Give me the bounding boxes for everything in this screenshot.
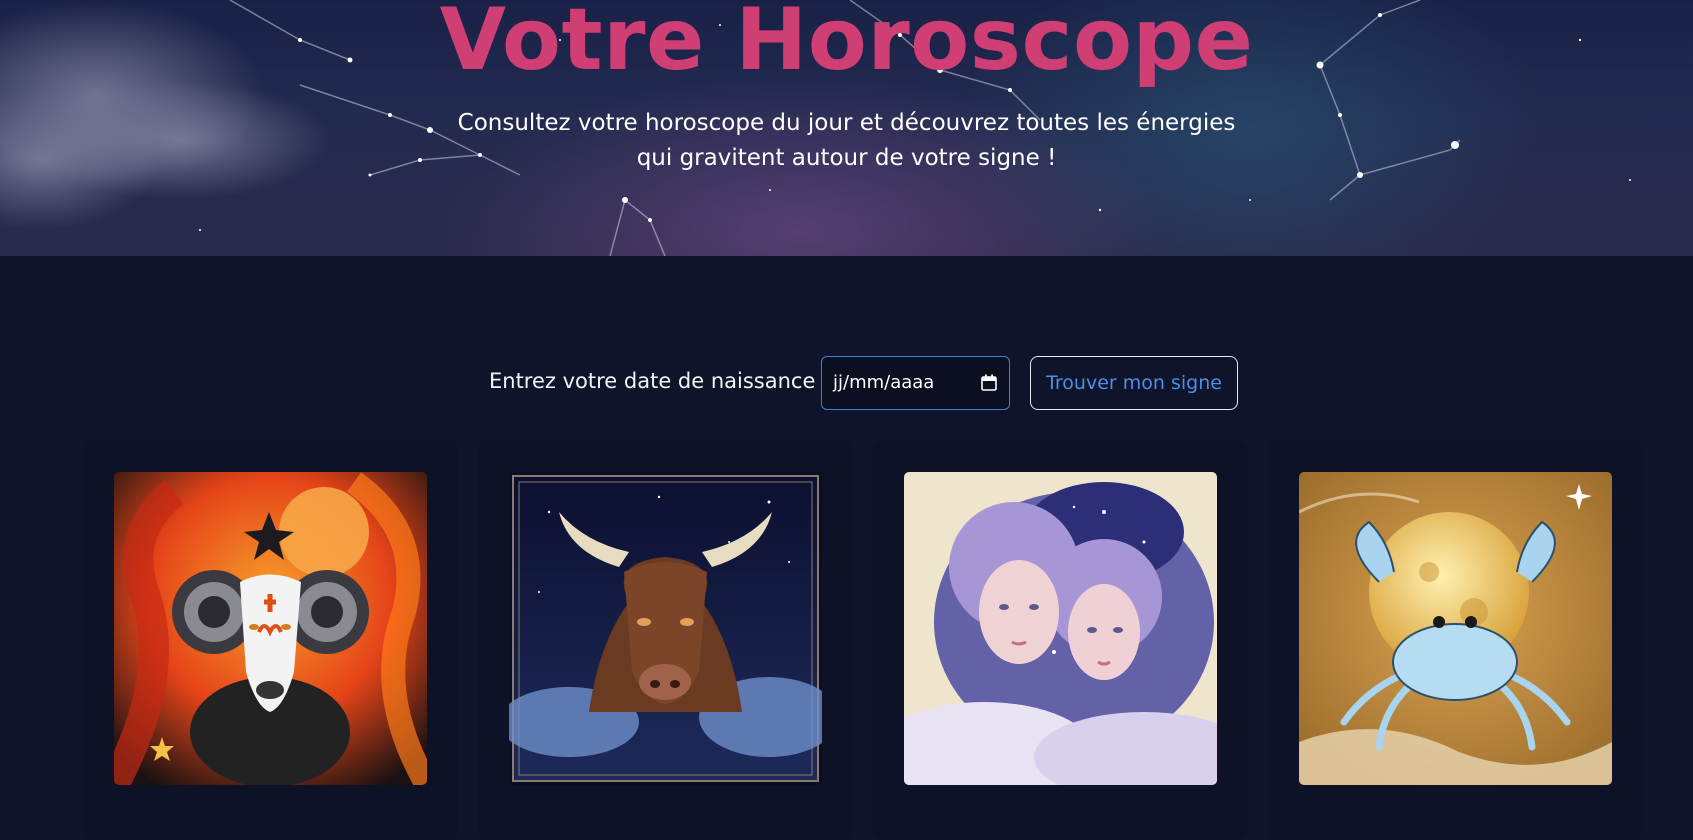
page-title: Votre Horoscope [439, 0, 1254, 90]
birthdate-search: Entrez votre date de naissance : jj/mm/a… [0, 356, 1693, 412]
aries-image[interactable] [114, 472, 427, 785]
cancer-crab-icon [1299, 472, 1612, 785]
subtitle-line-2: qui gravitent autour de votre signe ! [636, 145, 1057, 171]
birthdate-label: Entrez votre date de naissance : [489, 369, 830, 393]
find-sign-button[interactable]: Trouver mon signe [1030, 356, 1238, 410]
gemini-image[interactable] [904, 472, 1217, 785]
subtitle-line-1: Consultez votre horoscope du jour et déc… [457, 110, 1236, 136]
cancer-image[interactable] [1299, 472, 1612, 785]
date-placeholder: jj/mm/aaaa [833, 372, 935, 393]
page-subtitle: Consultez votre horoscope du jour et déc… [0, 106, 1693, 176]
sign-card-cancer[interactable] [1268, 440, 1643, 840]
birthdate-input[interactable]: jj/mm/aaaa [821, 356, 1010, 410]
sign-card-gemini[interactable] [873, 440, 1248, 840]
taurus-image[interactable] [509, 472, 822, 785]
sign-card-taurus[interactable] [478, 440, 853, 840]
calendar-icon[interactable] [981, 374, 997, 391]
aries-ram-icon [114, 472, 427, 785]
gemini-twins-icon [904, 472, 1217, 785]
taurus-bull-icon [509, 472, 822, 785]
sign-card-aries[interactable] [83, 440, 458, 840]
hero-banner: Votre Horoscope Consultez votre horoscop… [0, 0, 1693, 256]
